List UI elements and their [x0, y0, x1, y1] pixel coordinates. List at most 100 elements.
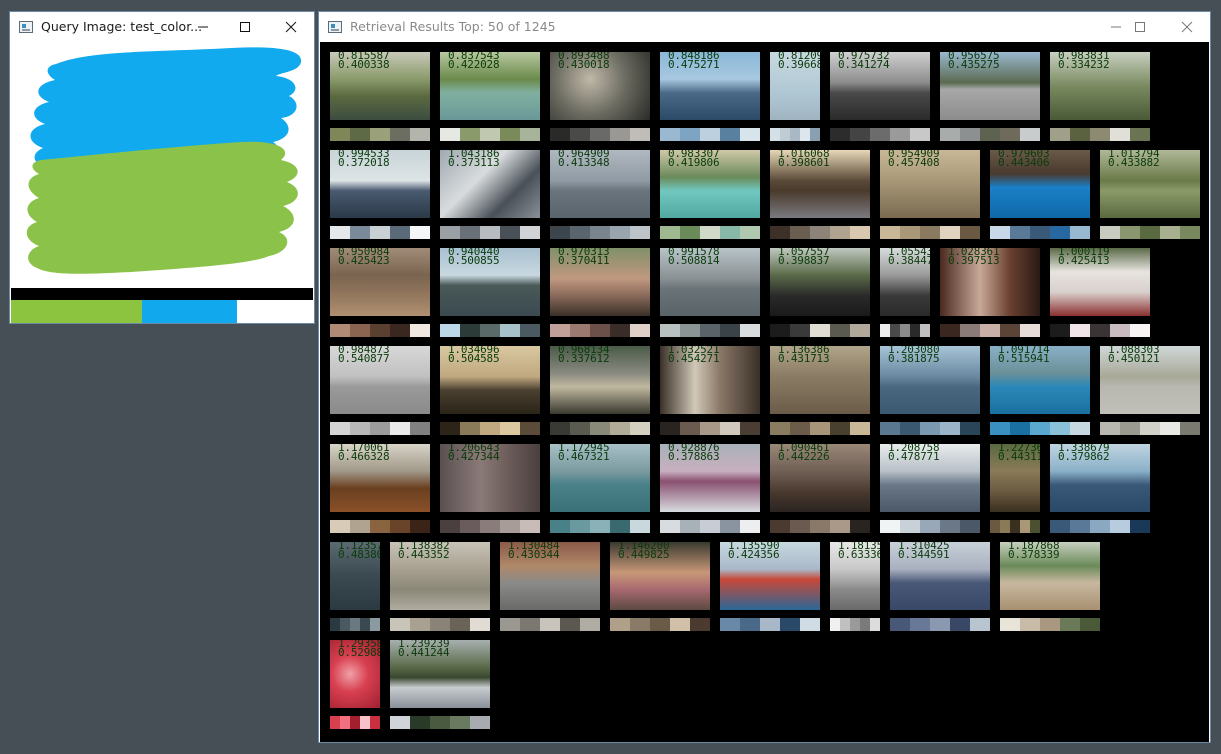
result-thumbnail[interactable]: 0.964909 0.413348 — [550, 150, 650, 218]
close-button[interactable] — [1164, 12, 1210, 41]
maximize-button[interactable] — [222, 12, 268, 41]
result-tile[interactable]: 0.983307 0.419806 — [660, 150, 760, 240]
result-thumbnail[interactable]: 1.016068 0.398601 — [770, 150, 870, 218]
result-thumbnail[interactable]: 1.135590 0.424356 — [720, 542, 820, 610]
result-tile[interactable]: 1.091714 0.515941 — [990, 346, 1090, 436]
query-window-titlebar[interactable]: Query Image: test_color... — [10, 12, 314, 41]
result-thumbnail[interactable]: 1.310425 0.344591 — [890, 542, 990, 610]
result-tile[interactable]: 1.057557 0.398837 — [770, 248, 870, 338]
result-thumbnail[interactable]: 1.146200 0.449825 — [610, 542, 710, 610]
result-tile[interactable]: 1.090461 0.442226 — [770, 444, 870, 534]
result-thumbnail[interactable]: 1.203080 0.381875 — [880, 346, 980, 414]
result-tile[interactable]: 1.000119 0.425413 — [1050, 248, 1150, 338]
result-tile[interactable]: 1.338679 0.379862 — [1050, 444, 1150, 534]
result-tile[interactable]: 0.994533 0.372018 — [330, 150, 430, 240]
result-thumbnail[interactable]: 1.130484 0.430344 — [500, 542, 600, 610]
result-thumbnail[interactable]: 1.055431 0.384478 — [880, 248, 930, 316]
result-thumbnail[interactable]: 1.181351 0.633363 — [830, 542, 880, 610]
result-tile[interactable]: 0.983831 0.334232 — [1050, 52, 1150, 142]
result-tile[interactable]: 0.984873 0.540877 — [330, 346, 430, 436]
result-thumbnail[interactable]: 1.123575 0.483809 — [330, 542, 380, 610]
result-thumbnail[interactable]: 1.170061 0.466328 — [330, 444, 430, 512]
result-thumbnail[interactable]: 0.968134 0.337612 — [550, 346, 650, 414]
result-tile[interactable]: 1.135590 0.424356 — [720, 542, 820, 632]
result-tile[interactable]: 0.928876 0.378863 — [660, 444, 760, 534]
result-thumbnail[interactable]: 0.812095 0.396686 — [770, 52, 820, 120]
result-thumbnail[interactable]: 1.000119 0.425413 — [1050, 248, 1150, 316]
retrieval-results-window[interactable]: Retrieval Results Top: 50 of 1245 0.8155… — [318, 11, 1211, 743]
result-thumbnail[interactable]: 0.928876 0.378863 — [660, 444, 760, 512]
result-thumbnail[interactable]: 1.187868 0.378339 — [1000, 542, 1100, 610]
result-thumbnail[interactable]: 0.979603 0.443406 — [990, 150, 1090, 218]
result-tile[interactable]: 0.956575 0.435275 — [940, 52, 1040, 142]
result-thumbnail[interactable]: 0.956575 0.435275 — [940, 52, 1040, 120]
result-tile[interactable]: 1.138382 0.443352 — [390, 542, 490, 632]
result-tile[interactable]: 1.227364 0.443113 — [990, 444, 1040, 534]
result-tile[interactable]: 0.954909 0.457408 — [880, 150, 980, 240]
results-window-titlebar[interactable]: Retrieval Results Top: 50 of 1245 — [319, 12, 1210, 41]
result-tile[interactable]: 0.837543 0.422028 — [440, 52, 540, 142]
result-tile[interactable]: 1.170061 0.466328 — [330, 444, 430, 534]
result-thumbnail[interactable]: 1.208758 0.478771 — [880, 444, 980, 512]
result-thumbnail[interactable]: 0.815587 0.400338 — [330, 52, 430, 120]
result-thumbnail[interactable]: 1.090461 0.442226 — [770, 444, 870, 512]
result-tile[interactable]: 1.088303 0.450121 — [1100, 346, 1200, 436]
result-thumbnail[interactable]: 0.954909 0.457408 — [880, 150, 980, 218]
result-tile[interactable]: 1.016068 0.398601 — [770, 150, 870, 240]
minimize-button[interactable] — [180, 12, 226, 41]
maximize-button[interactable] — [1117, 12, 1163, 41]
result-thumbnail[interactable]: 1.091714 0.515941 — [990, 346, 1090, 414]
result-thumbnail[interactable]: 1.172945 0.467321 — [550, 444, 650, 512]
result-tile[interactable]: 1.239239 0.441244 — [390, 640, 490, 730]
result-tile[interactable]: 1.043186 0.373113 — [440, 150, 540, 240]
result-tile[interactable]: 1.187868 0.378339 — [1000, 542, 1100, 632]
result-tile[interactable]: 1.208758 0.478771 — [880, 444, 980, 534]
result-tile[interactable]: 0.979603 0.443406 — [990, 150, 1090, 240]
result-tile[interactable]: 1.293588 0.529884 — [330, 640, 380, 730]
close-button[interactable] — [268, 12, 314, 41]
result-tile[interactable]: 0.940440 0.500855 — [440, 248, 540, 338]
result-thumbnail[interactable]: 0.983831 0.334232 — [1050, 52, 1150, 120]
result-tile[interactable]: 0.991578 0.508814 — [660, 248, 760, 338]
result-tile[interactable]: 0.964909 0.413348 — [550, 150, 650, 240]
result-thumbnail[interactable]: 1.338679 0.379862 — [1050, 444, 1150, 512]
result-tile[interactable]: 1.123575 0.483809 — [330, 542, 380, 632]
result-thumbnail[interactable]: 0.848186 0.475271 — [660, 52, 760, 120]
result-tile[interactable]: 1.206643 0.427344 — [440, 444, 540, 534]
result-thumbnail[interactable]: 0.893488 0.430018 — [550, 52, 650, 120]
result-thumbnail[interactable]: 0.991578 0.508814 — [660, 248, 760, 316]
result-tile[interactable]: 1.146200 0.449825 — [610, 542, 710, 632]
result-thumbnail[interactable]: 0.837543 0.422028 — [440, 52, 540, 120]
result-thumbnail[interactable]: 1.239239 0.441244 — [390, 640, 490, 708]
result-tile[interactable]: 0.848186 0.475271 — [660, 52, 760, 142]
result-thumbnail[interactable]: 1.013794 0.433882 — [1100, 150, 1200, 218]
result-tile[interactable]: 1.055431 0.384478 — [880, 248, 930, 338]
result-tile[interactable]: 1.028361 0.397513 — [940, 248, 1040, 338]
result-tile[interactable]: 0.968134 0.337612 — [550, 346, 650, 436]
result-thumbnail[interactable]: 0.950984 0.425423 — [330, 248, 430, 316]
result-tile[interactable]: 1.013794 0.433882 — [1100, 150, 1200, 240]
result-thumbnail[interactable]: 1.088303 0.450121 — [1100, 346, 1200, 414]
result-tile[interactable]: 0.893488 0.430018 — [550, 52, 650, 142]
result-tile[interactable]: 0.812095 0.396686 — [770, 52, 820, 142]
result-thumbnail[interactable]: 1.032521 0.454271 — [660, 346, 760, 414]
result-tile[interactable]: 1.032521 0.454271 — [660, 346, 760, 436]
result-tile[interactable]: 0.815587 0.400338 — [330, 52, 430, 142]
result-tile[interactable]: 1.130484 0.430344 — [500, 542, 600, 632]
result-tile[interactable]: 1.310425 0.344591 — [890, 542, 990, 632]
result-thumbnail[interactable]: 1.057557 0.398837 — [770, 248, 870, 316]
result-thumbnail[interactable]: 0.975732 0.341274 — [830, 52, 930, 120]
result-tile[interactable]: 0.975732 0.341274 — [830, 52, 930, 142]
result-thumbnail[interactable]: 1.028361 0.397513 — [940, 248, 1040, 316]
query-image-window[interactable]: Query Image: test_color... — [9, 11, 315, 324]
result-tile[interactable]: 0.970313 0.370411 — [550, 248, 650, 338]
result-tile[interactable]: 1.203080 0.381875 — [880, 346, 980, 436]
result-thumbnail[interactable]: 0.994533 0.372018 — [330, 150, 430, 218]
result-tile[interactable]: 1.034696 0.504585 — [440, 346, 540, 436]
result-tile[interactable]: 1.181351 0.633363 — [830, 542, 880, 632]
result-thumbnail[interactable]: 1.206643 0.427344 — [440, 444, 540, 512]
result-thumbnail[interactable]: 1.034696 0.504585 — [440, 346, 540, 414]
result-thumbnail[interactable]: 1.227364 0.443113 — [990, 444, 1040, 512]
result-thumbnail[interactable]: 1.043186 0.373113 — [440, 150, 540, 218]
result-thumbnail[interactable]: 0.983307 0.419806 — [660, 150, 760, 218]
